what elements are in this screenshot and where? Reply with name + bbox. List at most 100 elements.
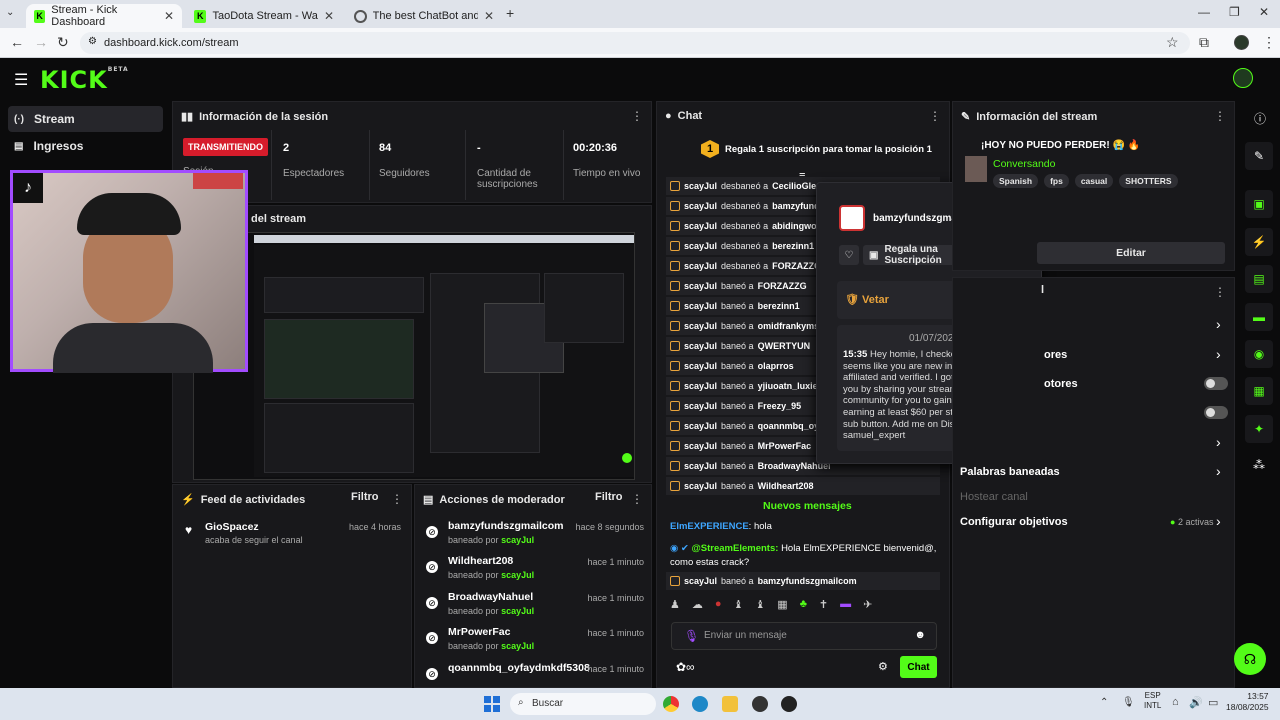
new-messages-divider[interactable]: Nuevos mensajes [763,500,852,512]
settings-row-goals[interactable]: Configurar objetivos [960,516,1068,528]
activity-text: acaba de seguir el canal [205,535,303,545]
hamburger-menu-icon[interactable]: ☰ [14,70,28,90]
more-options-icon[interactable]: ⋮ [631,492,643,506]
apps-icon[interactable]: ⁂ [1253,458,1265,472]
settings-toggle[interactable] [1204,377,1228,390]
battery-icon[interactable]: ▭ [1208,696,1218,709]
url-field[interactable]: ⚙ dashboard.kick.com/stream [80,32,1190,54]
more-options-icon[interactable]: ⋮ [1214,285,1226,299]
tiktok-icon: ♪ [13,173,43,203]
chat-icon[interactable]: ▬ [1245,303,1273,331]
close-icon[interactable]: ✕ [484,9,494,23]
media-player-icon[interactable] [781,696,797,712]
chrome-icon[interactable] [663,696,679,712]
close-icon[interactable]: ✕ [164,9,174,23]
volume-icon[interactable]: 🔊 [1189,696,1203,709]
wall-decoration [193,173,243,189]
more-options-icon[interactable]: ⋮ [1214,109,1226,123]
sidebar-item-stream[interactable]: (·) Stream [8,106,163,132]
bot-badge-icon: ◉ ✔ [670,543,689,554]
send-chat-button[interactable]: Chat [900,656,937,678]
chat-input[interactable]: 🎙 Enviar un mensaje ☻ [671,622,937,650]
chat-settings-icon[interactable]: ⚙ [878,660,888,673]
tab-chatbot[interactable]: The best ChatBot and Widgets ✕ [346,4,502,28]
pinned-gift-text[interactable]: Regala 1 suscripción para tomar la posic… [725,144,932,155]
layout-icon[interactable]: ▦ [1245,377,1273,405]
capture-icon[interactable]: ▣ [1245,190,1273,218]
emote-bar[interactable]: ♟ ☁ ● ♝ ♝ ▦ ♣ ✝ ▬ ✈ [670,598,940,616]
chevron-right-icon[interactable]: › [1216,513,1221,529]
panel-title: ▤ Acciones de moderador [423,493,565,507]
edge-icon[interactable] [692,696,708,712]
stream-preview-video[interactable] [193,232,635,480]
more-options-icon[interactable]: ⋮ [391,492,403,506]
close-icon[interactable]: ✕ [324,9,334,23]
settings-row-host[interactable]: Hostear canal [960,491,1028,503]
chevron-right-icon[interactable]: › [1216,434,1221,450]
keyboard-layout[interactable]: ESP INTL [1144,691,1161,711]
close-window-icon[interactable]: ✕ [1259,5,1269,19]
emote-icon: ☁ [691,599,703,611]
bookmark-star-icon[interactable]: ☆ [1166,34,1179,51]
tab-search-icon[interactable]: ⌄ [6,7,14,18]
wrench-icon[interactable]: ✦ [1245,415,1273,443]
settings-toggle[interactable] [1204,406,1228,419]
minimize-icon[interactable]: — [1198,5,1210,19]
file-explorer-icon[interactable] [722,696,738,712]
browser-menu-icon[interactable]: ⋮ [1262,34,1276,51]
wifi-icon[interactable]: ⌂ [1172,696,1179,708]
sidebar-item-label: Ingresos [33,139,84,153]
settings-row-banned-words[interactable]: Palabras baneadas [960,466,1060,478]
tag: SHOTTERS [1119,174,1178,188]
follow-heart-button[interactable]: ♡ [839,245,859,265]
more-options-icon[interactable]: ⋮ [929,109,941,123]
panel-title: l [1041,284,1045,296]
chevron-right-icon[interactable]: › [1216,463,1221,479]
support-headset-icon[interactable]: ☊ [1234,643,1266,675]
category-name[interactable]: Conversando [993,158,1055,170]
rank-badge: 1 [701,140,719,158]
forward-icon[interactable]: → [34,34,48,50]
emoji-icon[interactable]: ☻ [914,629,926,641]
more-options-icon[interactable]: ⋮ [631,109,643,123]
edit-pencil-icon[interactable]: ✎ [1245,142,1273,170]
tag: Spanish [993,174,1039,188]
panel-title: del stream [251,213,307,225]
stat-followers: 84 Seguidores [379,142,430,179]
emote-icon: ● [714,598,722,610]
emote-picker-icon[interactable]: ✿∞ [676,660,695,674]
edit-stream-button[interactable]: Editar [1037,242,1225,264]
extensions-icon[interactable]: ⧉ [1199,34,1209,51]
mic-tray-icon[interactable]: 🎙 [1122,697,1135,708]
kick-logo[interactable]: KICKBETA [40,66,129,94]
mic-icon[interactable]: 🎙 [684,629,699,643]
taskbar-search[interactable]: ⌕ Buscar [510,693,656,715]
back-icon[interactable]: ← [10,34,24,50]
broadcast-icon[interactable]: ◉ [1245,340,1273,368]
reload-icon[interactable]: ↻ [57,34,69,51]
user-avatar[interactable] [1233,68,1253,88]
vetar-label: 🛡 Vetar [845,294,889,306]
filter-button[interactable]: Filtro [595,491,623,503]
list-item: ⊘ qoannmbq_oyfaydmkdf5308 hace 1 minuto [424,662,648,686]
ban-icon: ⊘ [426,597,438,609]
chevron-right-icon[interactable]: › [1216,316,1221,332]
windows-start-icon[interactable] [484,696,500,712]
new-tab-button[interactable]: + [506,5,514,21]
maximize-icon[interactable]: ❐ [1229,5,1240,19]
tab-kick-dashboard[interactable]: K Stream - Kick Dashboard ✕ [26,4,182,28]
site-info-icon[interactable]: ⚙ [88,36,97,47]
chevron-right-icon[interactable]: › [1216,346,1221,362]
sidebar-item-ingresos[interactable]: ▤ Ingresos [8,133,163,159]
tab-taodota[interactable]: K TaoDota Stream - Watch Live o ✕ [186,4,342,28]
tray-chevron-icon[interactable]: ⌃ [1100,697,1108,708]
filter-button[interactable]: Filtro [351,491,379,503]
heart-icon: ♥ [185,523,193,537]
clock[interactable]: 13:57 18/08/2025 [1226,691,1269,713]
list-icon: ▤ [423,494,434,506]
profile-avatar[interactable] [1234,35,1249,50]
info-icon[interactable]: ⓘ [1254,110,1266,127]
bolt-icon[interactable]: ⚡ [1245,228,1273,256]
document-icon[interactable]: ▤ [1245,265,1273,293]
obs-icon[interactable] [752,696,768,712]
